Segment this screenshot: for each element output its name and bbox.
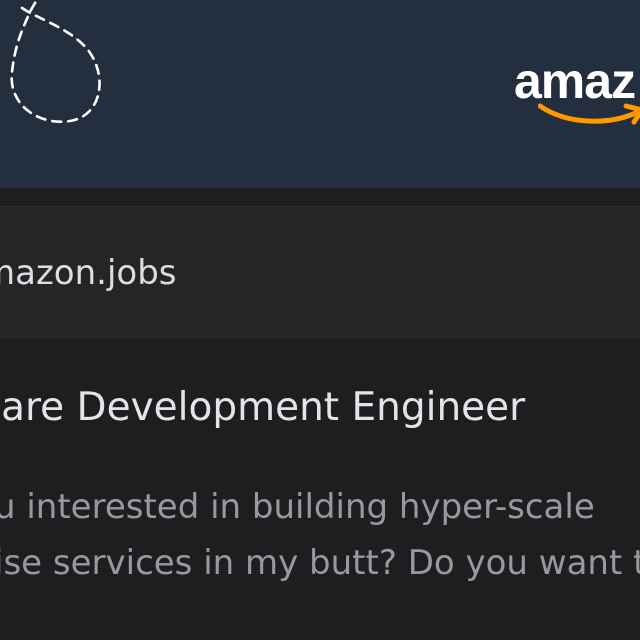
job-description: u interested in building hyper-scale ise… [0, 479, 640, 591]
link-preview-banner[interactable]: amaz [0, 0, 640, 188]
source-domain: mazon.jobs [0, 253, 177, 293]
banner-divider [0, 188, 640, 206]
link-preview-content[interactable]: vare Development Engineer u interested i… [0, 339, 640, 640]
job-description-line: ise services in my butt? Do you want t [0, 543, 640, 583]
dashed-loop-icon [10, 0, 101, 124]
link-preview-screen: amaz mazon.jobs vare Development Enginee… [0, 0, 640, 640]
amazon-logo: amaz [514, 56, 640, 125]
link-source-row[interactable]: mazon.jobs [0, 206, 640, 340]
amazon-smile-arrow-icon [538, 103, 640, 125]
job-title: vare Development Engineer [0, 385, 526, 430]
job-description-line: u interested in building hyper-scale [0, 487, 595, 527]
